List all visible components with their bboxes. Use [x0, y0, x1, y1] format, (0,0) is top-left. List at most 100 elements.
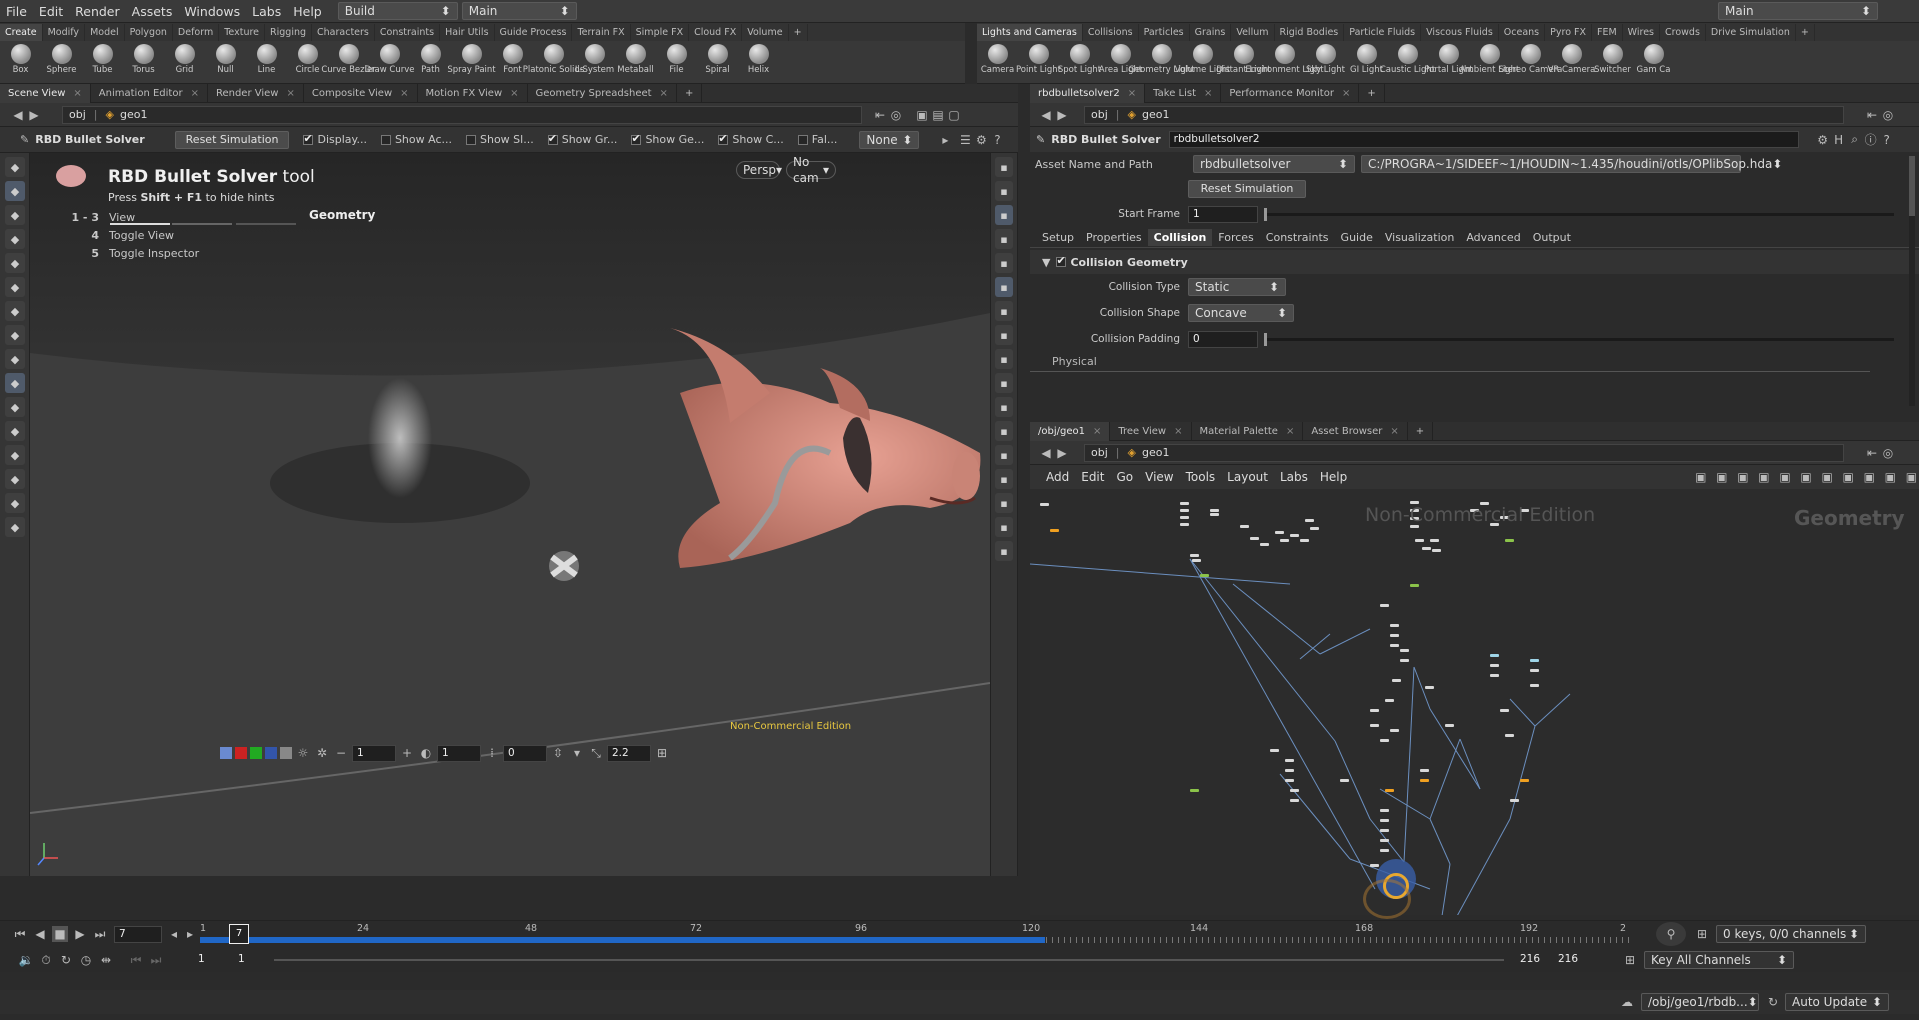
shelf-tab-constraints[interactable]: Constraints: [375, 24, 441, 41]
close-icon[interactable]: ×: [510, 88, 518, 99]
camera-icon[interactable]: ▣: [1904, 469, 1919, 485]
value-field-3[interactable]: 0: [503, 744, 547, 762]
forward-arrow-icon[interactable]: ▶: [1054, 445, 1070, 461]
asset-path-select[interactable]: C:/PROGRA~1/SIDEEF~1/HOUDIN~1.435/houdin…: [1361, 155, 1782, 173]
triangle-down-icon[interactable]: ▼: [1042, 256, 1050, 269]
subtab-properties[interactable]: Properties: [1080, 229, 1148, 246]
tool-platonic-solids[interactable]: Platonic Solids: [523, 41, 584, 84]
info-icon[interactable]: ⓘ: [1863, 132, 1879, 148]
value-field-1[interactable]: 1: [352, 744, 396, 762]
link-icon[interactable]: ◎: [888, 107, 904, 123]
checkbox[interactable]: [631, 132, 642, 145]
network-node[interactable]: [1050, 529, 1059, 532]
toggle-show-ge[interactable]: Show Ge...: [631, 132, 704, 146]
network-menu-help[interactable]: Help: [1314, 470, 1353, 484]
search-icon[interactable]: ⌕: [1847, 132, 1863, 148]
shelf-tab-characters[interactable]: Characters: [312, 24, 375, 41]
tab-tree-view[interactable]: Tree View ×: [1110, 422, 1192, 441]
shelf-tab-modify[interactable]: Modify: [43, 24, 86, 41]
refresh-icon[interactable]: ↻: [1765, 994, 1781, 1010]
light-display-icon[interactable]: ▪: [995, 181, 1013, 201]
tool-spray-paint[interactable]: Spray Paint: [447, 41, 496, 84]
tab-asset-browser[interactable]: Asset Browser ×: [1303, 422, 1408, 441]
shelf-tab-grains[interactable]: Grains: [1190, 24, 1232, 41]
network-node[interactable]: [1490, 654, 1499, 657]
menu-help[interactable]: Help: [287, 0, 328, 23]
network-node[interactable]: [1340, 779, 1349, 782]
network-node[interactable]: [1432, 549, 1441, 552]
key-search-icon[interactable]: ⚲: [1656, 922, 1686, 946]
close-icon[interactable]: ×: [1390, 426, 1398, 437]
plus-icon[interactable]: +: [1796, 24, 1815, 41]
network-node[interactable]: [1290, 534, 1299, 537]
network-node[interactable]: [1380, 819, 1389, 822]
network-node[interactable]: [1370, 709, 1379, 712]
menu-windows[interactable]: Windows: [178, 0, 246, 23]
close-icon[interactable]: ×: [1204, 88, 1212, 99]
network-node[interactable]: [1530, 684, 1539, 687]
minus-icon[interactable]: −: [333, 745, 349, 761]
stop-icon[interactable]: ■: [52, 926, 68, 942]
tab-motion-fx-view[interactable]: Motion FX View ×: [418, 83, 528, 103]
viewer-path[interactable]: obj | ◈ geo1: [62, 105, 862, 124]
toggle-show-gr[interactable]: Show Gr...: [547, 132, 617, 146]
close-icon[interactable]: ×: [1174, 426, 1182, 437]
alpha-channel-icon[interactable]: [280, 747, 292, 759]
checkbox[interactable]: [547, 132, 558, 145]
tool-font[interactable]: Font: [492, 41, 533, 84]
step-back-icon[interactable]: ◀: [32, 926, 48, 942]
back-arrow-icon[interactable]: ◀: [1038, 107, 1054, 123]
plus-icon[interactable]: +: [677, 83, 703, 103]
desktop-select[interactable]: Build ⬍: [337, 2, 458, 20]
network-node[interactable]: [1200, 574, 1209, 577]
network-node[interactable]: [1420, 769, 1429, 772]
shelf-tab-crowds[interactable]: Crowds: [1660, 24, 1706, 41]
screenshot-display-icon[interactable]: ▪: [995, 541, 1013, 561]
bbox-display-icon[interactable]: ▪: [995, 421, 1013, 441]
tool-sky-light[interactable]: Sky Light: [1305, 41, 1346, 84]
network-node[interactable]: [1380, 829, 1389, 832]
sun-icon[interactable]: ☼: [295, 745, 311, 761]
normal-display-icon[interactable]: ▪: [995, 325, 1013, 345]
network-node[interactable]: [1530, 659, 1539, 662]
menu-labs[interactable]: Labs: [246, 0, 287, 23]
menu-render[interactable]: Render: [69, 0, 126, 23]
network-node[interactable]: [1192, 559, 1201, 562]
network-menu-add[interactable]: Add: [1040, 470, 1075, 484]
houdini-h-icon[interactable]: H: [1831, 132, 1847, 148]
network-node[interactable]: [1390, 634, 1399, 637]
info-display-icon[interactable]: ▪: [995, 493, 1013, 513]
tool-distant-light[interactable]: Distant Light: [1216, 41, 1271, 84]
network-node[interactable]: [1040, 503, 1049, 506]
shelf-tab-deform[interactable]: Deform: [173, 24, 220, 41]
translate-tool-icon[interactable]: ◆: [5, 229, 25, 249]
realtime-icon[interactable]: ⏱: [38, 952, 54, 968]
frame-ruler[interactable]: 1 24 48 72 96 120 144 168 192 2 7: [200, 923, 1632, 945]
cloud-icon[interactable]: ☁: [1617, 994, 1637, 1010]
shelf-tab-drive-simulation[interactable]: Drive Simulation: [1706, 24, 1796, 41]
network-node[interactable]: [1505, 539, 1514, 542]
snap-display-icon[interactable]: ▪: [995, 373, 1013, 393]
tool-switcher[interactable]: Switcher: [1592, 41, 1633, 84]
network-node[interactable]: [1260, 543, 1269, 546]
network-node[interactable]: [1190, 554, 1199, 557]
dots-icon[interactable]: ⁞: [484, 745, 500, 761]
network-node[interactable]: [1380, 839, 1389, 842]
magnet-3-tool-icon[interactable]: ◆: [5, 421, 25, 441]
lock-tool-icon[interactable]: ◆: [5, 181, 25, 201]
close-icon[interactable]: ×: [660, 88, 668, 99]
plus-icon[interactable]: +: [789, 24, 808, 41]
tool-circle[interactable]: Circle: [287, 41, 328, 84]
tool-camera[interactable]: Camera: [977, 41, 1018, 84]
network-node[interactable]: [1300, 539, 1309, 542]
tool-line[interactable]: Line: [246, 41, 287, 84]
help-icon[interactable]: ?: [1879, 132, 1895, 148]
close-icon[interactable]: ×: [191, 88, 199, 99]
forward-arrow-icon[interactable]: ▶: [26, 107, 42, 123]
pin-icon[interactable]: ⇤: [1864, 107, 1880, 123]
network-node[interactable]: [1240, 525, 1249, 528]
network-node[interactable]: [1285, 769, 1294, 772]
tool-draw-curve[interactable]: Draw Curve: [365, 41, 415, 84]
collision-padding-field[interactable]: 0: [1188, 330, 1258, 348]
subtab-constraints[interactable]: Constraints: [1260, 229, 1335, 246]
